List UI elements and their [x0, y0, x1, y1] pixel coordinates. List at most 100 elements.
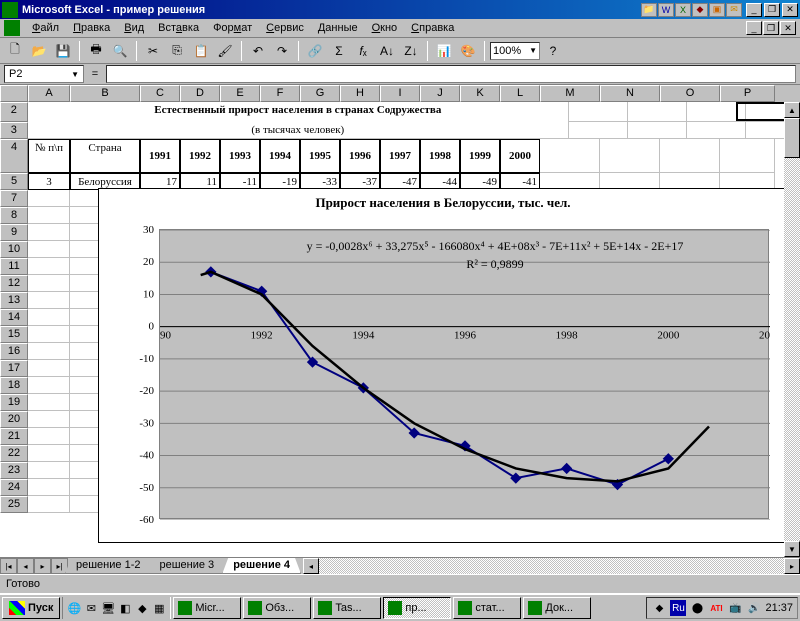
cell[interactable]: [28, 394, 70, 411]
plot-area[interactable]: 1990199219941996199820002002y = -0,0028x…: [159, 229, 769, 519]
minimize-button[interactable]: _: [746, 3, 762, 17]
save-button[interactable]: 💾: [52, 40, 74, 62]
col-header-K[interactable]: K: [460, 85, 500, 102]
cell[interactable]: [687, 122, 746, 139]
word-icon[interactable]: W: [658, 3, 674, 17]
menu-help[interactable]: Справка: [405, 20, 460, 36]
maximize-button[interactable]: ❐: [764, 3, 780, 17]
cell[interactable]: [28, 190, 70, 207]
cell[interactable]: [28, 411, 70, 428]
scroll-up-button[interactable]: ▲: [784, 102, 800, 118]
formula-input[interactable]: [106, 65, 796, 83]
cell[interactable]: [540, 139, 600, 173]
horizontal-scrollbar[interactable]: ◂ ▸: [303, 558, 800, 574]
sheet-tab[interactable]: решение 4: [222, 558, 301, 574]
cell[interactable]: [600, 139, 660, 173]
row-header[interactable]: 18: [0, 377, 28, 394]
row-header[interactable]: 12: [0, 275, 28, 292]
ql-app-icon[interactable]: ◧: [117, 600, 133, 616]
drawing-button[interactable]: 🎨: [457, 40, 479, 62]
col-header-C[interactable]: C: [140, 85, 180, 102]
cell[interactable]: [28, 377, 70, 394]
row-header[interactable]: 13: [0, 292, 28, 309]
scroll-thumb[interactable]: [784, 118, 800, 158]
col-header-F[interactable]: F: [260, 85, 300, 102]
cell[interactable]: 1997: [380, 139, 420, 173]
menu-tools[interactable]: Сервис: [260, 20, 310, 36]
taskbar-task[interactable]: Micr...: [173, 597, 241, 619]
worksheet-area[interactable]: ABCDEFGHIJKLMNOP 2Естественный прирост н…: [0, 85, 800, 557]
row-header[interactable]: 21: [0, 428, 28, 445]
row-header[interactable]: 15: [0, 326, 28, 343]
taskbar-task[interactable]: Обз...: [243, 597, 311, 619]
name-box[interactable]: P2▼: [4, 65, 84, 83]
help-button[interactable]: ?: [542, 40, 564, 62]
cell[interactable]: 1991: [140, 139, 180, 173]
workbook-icon[interactable]: [4, 20, 20, 36]
sheet-tab[interactable]: решение 3: [148, 558, 225, 574]
open-button[interactable]: 📂: [28, 40, 50, 62]
menu-window[interactable]: Окно: [366, 20, 404, 36]
taskbar-task[interactable]: стат...: [453, 597, 521, 619]
undo-button[interactable]: ↶: [247, 40, 269, 62]
print-button[interactable]: 🖶: [85, 40, 107, 62]
lang-indicator[interactable]: Ru: [670, 600, 686, 616]
col-header-A[interactable]: A: [28, 85, 70, 102]
row-header[interactable]: 25: [0, 496, 28, 513]
taskbar-task[interactable]: Tas...: [313, 597, 381, 619]
row-header[interactable]: 17: [0, 360, 28, 377]
cell[interactable]: Страна: [70, 139, 140, 173]
cell[interactable]: [28, 207, 70, 224]
cut-button[interactable]: ✂: [142, 40, 164, 62]
cell[interactable]: [687, 102, 746, 122]
col-header-M[interactable]: M: [540, 85, 600, 102]
mdi-minimize-button[interactable]: _: [746, 21, 762, 35]
cell[interactable]: [28, 275, 70, 292]
cell[interactable]: 1994: [260, 139, 300, 173]
cell[interactable]: [28, 428, 70, 445]
menu-file[interactable]: Файл: [26, 20, 65, 36]
cell[interactable]: [28, 224, 70, 241]
tab-first-button[interactable]: |◂: [0, 558, 17, 574]
cell[interactable]: 1999: [460, 139, 500, 173]
col-header-J[interactable]: J: [420, 85, 460, 102]
row-header[interactable]: 24: [0, 479, 28, 496]
row-header[interactable]: 4: [0, 139, 28, 173]
tray-icon-3[interactable]: 📺: [727, 600, 743, 616]
col-header-I[interactable]: I: [380, 85, 420, 102]
col-header-L[interactable]: L: [500, 85, 540, 102]
cell[interactable]: [28, 445, 70, 462]
tab-last-button[interactable]: ▸|: [51, 558, 68, 574]
embedded-chart[interactable]: Прирост населения в Белоруссии, тыс. чел…: [98, 188, 788, 543]
cell[interactable]: [628, 122, 687, 139]
preview-button[interactable]: 🔍: [109, 40, 131, 62]
col-header-B[interactable]: B: [70, 85, 140, 102]
start-button[interactable]: Пуск: [2, 597, 60, 619]
scroll-down-button[interactable]: ▼: [784, 541, 800, 557]
col-header-H[interactable]: H: [340, 85, 380, 102]
cell[interactable]: [628, 102, 687, 122]
vertical-scrollbar[interactable]: ▲ ▼: [784, 102, 800, 557]
sort-asc-button[interactable]: A↓: [376, 40, 398, 62]
redo-button[interactable]: ↷: [271, 40, 293, 62]
cell[interactable]: (в тысячах человек): [28, 122, 570, 139]
row-header[interactable]: 23: [0, 462, 28, 479]
cell[interactable]: [28, 479, 70, 496]
row-header[interactable]: 14: [0, 309, 28, 326]
cell[interactable]: [569, 102, 628, 122]
mdi-close-button[interactable]: ✕: [780, 21, 796, 35]
row-header[interactable]: 22: [0, 445, 28, 462]
tab-next-button[interactable]: ▸: [34, 558, 51, 574]
clock[interactable]: 21:37: [765, 602, 793, 614]
access-icon[interactable]: ◆: [692, 3, 708, 17]
column-headers[interactable]: ABCDEFGHIJKLMNOP: [0, 85, 800, 102]
taskbar-task[interactable]: пр...: [383, 597, 451, 619]
cell[interactable]: [569, 122, 628, 139]
row-header[interactable]: 10: [0, 241, 28, 258]
office-shortcut-bar[interactable]: 📁 W X ◆ ▣ ✉: [641, 3, 742, 17]
row-header[interactable]: 3: [0, 122, 28, 139]
hyperlink-button[interactable]: 🔗: [304, 40, 326, 62]
cell[interactable]: 1996: [340, 139, 380, 173]
new-button[interactable]: 🗋: [4, 40, 26, 62]
row-header[interactable]: 9: [0, 224, 28, 241]
